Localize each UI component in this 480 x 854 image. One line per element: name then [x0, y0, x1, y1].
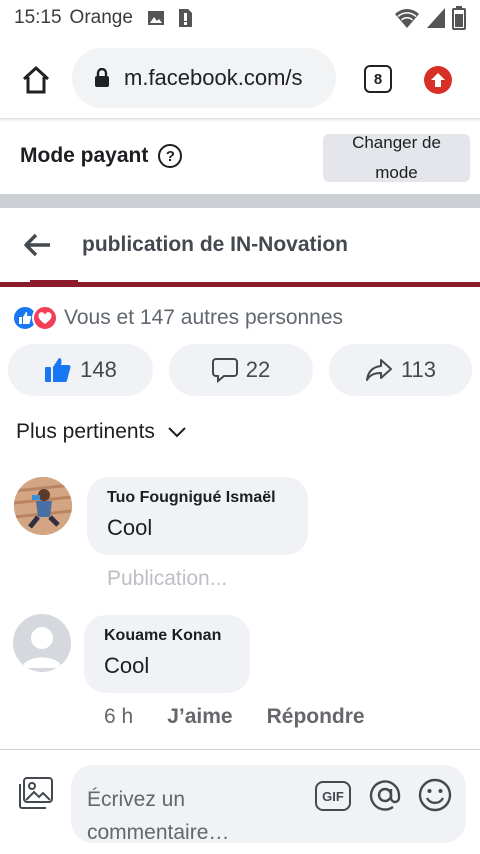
- avatar[interactable]: [14, 477, 72, 535]
- comment-text: Cool: [104, 653, 150, 678]
- comment-like-button[interactable]: J’aime: [167, 705, 232, 729]
- comment-author[interactable]: Kouame Konan: [104, 627, 232, 645]
- status-bar: 15:15 Orange: [0, 0, 480, 36]
- comment-bubble[interactable]: Kouame Konan Cool: [84, 615, 250, 693]
- section-separator: [0, 194, 480, 208]
- composer-divider: [0, 749, 480, 750]
- mode-title: Mode payant ?: [20, 144, 183, 168]
- share-icon: [365, 359, 392, 381]
- comment-author[interactable]: Tuo Fougnigué Ismaël: [107, 489, 290, 507]
- add-photo-button[interactable]: [18, 776, 54, 810]
- tab-switcher-button[interactable]: 8: [364, 65, 392, 93]
- like-count: 148: [80, 357, 117, 382]
- comment-reply-button[interactable]: Répondre: [267, 705, 365, 729]
- arrow-up-icon: [431, 73, 445, 87]
- reactions-text: Vous et 147 autres personnes: [64, 306, 344, 329]
- mention-button[interactable]: [367, 777, 403, 813]
- share-button[interactable]: 113: [329, 344, 472, 396]
- chevron-down-icon: [168, 427, 186, 438]
- post-header: publication de IN-Novation: [0, 208, 480, 282]
- change-mode-label-line1: Changer de: [352, 133, 441, 152]
- address-bar[interactable]: m.facebook.com/s: [72, 48, 336, 108]
- comment-text: Cool: [107, 515, 153, 540]
- change-mode-label-line2: mode: [375, 163, 418, 182]
- browser-toolbar: m.facebook.com/s 8: [0, 40, 480, 118]
- cover-image-tab: [30, 280, 78, 286]
- status-right-icons: [394, 6, 466, 36]
- thumbs-up-icon: [45, 358, 71, 382]
- toolbar-shadow: [0, 118, 480, 122]
- wifi-icon: [394, 7, 420, 35]
- home-icon: [22, 66, 50, 94]
- like-button[interactable]: 148: [8, 344, 153, 396]
- comment-time: 6 h: [104, 705, 134, 728]
- image-notification-icon: [147, 9, 165, 27]
- at-sign-icon: [369, 780, 401, 811]
- comment-composer[interactable]: Écrivez un commentaire… GIF: [71, 765, 466, 844]
- back-button[interactable]: [22, 232, 52, 258]
- photo-icon: [19, 777, 53, 809]
- comment-input[interactable]: Écrivez un commentaire…: [87, 783, 297, 849]
- comment-bubble[interactable]: Tuo Fougnigué Ismaël Cool: [87, 477, 308, 555]
- gif-button[interactable]: GIF: [315, 781, 351, 811]
- sim-alert-icon: [177, 8, 193, 28]
- comment-count: 22: [245, 357, 271, 382]
- smiley-icon: [418, 778, 452, 812]
- change-mode-button[interactable]: Changer de mode: [323, 133, 470, 182]
- status-carrier: Orange: [69, 7, 133, 28]
- love-reaction-icon: [32, 305, 58, 331]
- default-avatar-icon: [22, 627, 62, 668]
- sort-label: Plus pertinents: [16, 420, 155, 443]
- avatar[interactable]: [13, 614, 71, 672]
- sort-dropdown[interactable]: Plus pertinents: [16, 420, 187, 444]
- comment-button[interactable]: 22: [169, 344, 313, 396]
- post-title: publication de IN-Novation: [82, 233, 348, 256]
- home-button[interactable]: [18, 62, 54, 98]
- url-text: m.facebook.com/s: [124, 65, 303, 90]
- profile-photo-icon: [14, 477, 72, 535]
- reactions-summary[interactable]: Vous et 147 autres personnes: [12, 305, 343, 331]
- comment-meta: 6 h J’aime Répondre: [104, 705, 365, 729]
- battery-icon: [452, 6, 466, 36]
- update-button[interactable]: [424, 66, 452, 94]
- lock-icon: [94, 68, 110, 88]
- emoji-button[interactable]: [417, 777, 453, 813]
- status-time: 15:15: [14, 7, 62, 28]
- share-count: 113: [400, 357, 437, 382]
- signal-icon: [426, 7, 446, 35]
- comment-icon: [211, 358, 238, 383]
- help-icon[interactable]: ?: [158, 144, 183, 168]
- mode-title-label: Mode payant: [20, 144, 149, 167]
- back-arrow-icon: [24, 233, 50, 257]
- comment-status: Publication...: [107, 567, 228, 590]
